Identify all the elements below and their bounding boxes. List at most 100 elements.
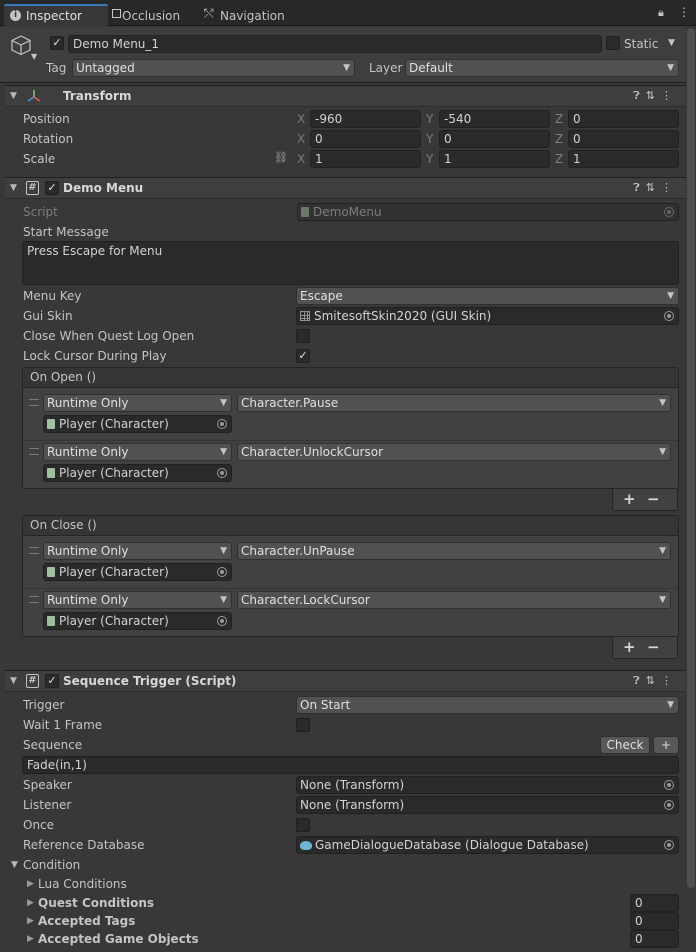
remove-listener-button[interactable]: −	[647, 637, 660, 657]
tab-navigation[interactable]: ⤲ Navigation	[200, 4, 300, 26]
preset-icon[interactable]: ⇅	[646, 674, 661, 687]
lock-icon[interactable]: 🔒︎	[658, 6, 664, 20]
condition-label[interactable]: Condition	[23, 857, 80, 873]
drag-handle-icon[interactable]	[29, 596, 39, 603]
scale-y-label[interactable]: Y	[426, 151, 433, 167]
quest-conditions-foldout-icon[interactable]: ▶	[27, 898, 34, 908]
preset-icon[interactable]: ⇅	[646, 89, 661, 102]
component-header-icons[interactable]: ❓︎⇅⋮	[633, 181, 678, 195]
static-dropdown-icon[interactable]: ▼	[668, 38, 675, 48]
on-open-0-runtime-dropdown[interactable]: Runtime Only ▼	[43, 394, 232, 412]
foldout-arrow-icon[interactable]: ▼	[10, 183, 17, 193]
on-close-0-target-field[interactable]: Player (Character)	[43, 563, 232, 581]
lua-conditions-foldout-icon[interactable]: ▶	[27, 879, 34, 889]
script-field[interactable]: DemoMenu	[297, 203, 679, 221]
close-when-quest-log-checkbox[interactable]	[296, 329, 310, 343]
add-listener-button[interactable]: +	[623, 637, 636, 657]
accepted-game-objects-label[interactable]: Accepted Game Objects	[38, 931, 199, 947]
help-icon[interactable]: ❓︎	[633, 89, 646, 102]
check-sequence-button[interactable]: Check	[600, 736, 650, 754]
scale-z-field[interactable]: 1	[568, 150, 679, 168]
wait-frame-checkbox[interactable]	[296, 718, 310, 732]
position-z-label[interactable]: Z	[555, 111, 563, 127]
listener-field[interactable]: None (Transform)	[296, 796, 679, 814]
scale-y-field[interactable]: 1	[439, 150, 550, 168]
lua-conditions-label[interactable]: Lua Conditions	[38, 876, 127, 892]
on-close-1-function-dropdown[interactable]: Character.LockCursor ▼	[237, 591, 671, 609]
add-sequence-button[interactable]: +	[653, 736, 679, 754]
position-y-field[interactable]: -540	[439, 110, 550, 128]
quest-conditions-label[interactable]: Quest Conditions	[38, 895, 154, 911]
help-icon[interactable]: ❓︎	[633, 181, 646, 194]
demo-menu-header[interactable]: ▼ # ✓ Demo Menu ❓︎⇅⋮	[5, 177, 686, 199]
on-open-0-target-field[interactable]: Player (Character)	[43, 415, 232, 433]
component-menu-icon[interactable]: ⋮	[661, 181, 678, 194]
condition-foldout-icon[interactable]: ▼	[11, 860, 18, 870]
rotation-z-field[interactable]: 0	[568, 130, 679, 148]
component-menu-icon[interactable]: ⋮	[661, 89, 678, 102]
component-header-icons[interactable]: ❓︎⇅⋮	[633, 674, 678, 688]
scrollbar[interactable]	[687, 28, 695, 888]
on-open-1-function-dropdown[interactable]: Character.UnlockCursor ▼	[237, 443, 671, 461]
rotation-x-field[interactable]: 0	[310, 130, 421, 148]
object-picker-icon[interactable]	[217, 567, 227, 577]
start-message-textarea[interactable]: Press Escape for Menu	[22, 241, 679, 285]
object-picker-icon[interactable]	[664, 207, 674, 217]
accepted-game-objects-count[interactable]: 0	[630, 930, 679, 948]
component-menu-icon[interactable]: ⋮	[661, 674, 678, 687]
on-open-1-target-field[interactable]: Player (Character)	[43, 464, 232, 482]
more-menu-icon[interactable]: ⋮	[678, 5, 690, 19]
help-icon[interactable]: ❓︎	[633, 674, 646, 687]
object-picker-icon[interactable]	[217, 419, 227, 429]
drag-handle-icon[interactable]	[29, 399, 39, 406]
scale-x-label[interactable]: X	[297, 151, 305, 167]
rotation-y-field[interactable]: 0	[439, 130, 550, 148]
object-picker-icon[interactable]	[664, 780, 674, 790]
sequence-textarea[interactable]: Fade(in,1)	[22, 756, 679, 774]
object-picker-icon[interactable]	[664, 311, 674, 321]
object-picker-icon[interactable]	[217, 616, 227, 626]
constrain-proportions-icon[interactable]: ⛓︎	[274, 151, 288, 164]
on-close-1-runtime-dropdown[interactable]: Runtime Only ▼	[43, 591, 232, 609]
position-x-label[interactable]: X	[297, 111, 305, 127]
position-y-label[interactable]: Y	[426, 111, 433, 127]
menu-key-dropdown[interactable]: Escape ▼	[296, 287, 679, 305]
object-picker-icon[interactable]	[217, 468, 227, 478]
drag-handle-icon[interactable]	[29, 547, 39, 554]
remove-listener-button[interactable]: −	[647, 489, 660, 509]
rotation-z-label[interactable]: Z	[555, 131, 563, 147]
accepted-tags-foldout-icon[interactable]: ▶	[27, 916, 34, 926]
component-header-icons[interactable]: ❓︎⇅⋮	[633, 89, 678, 103]
tab-inspector[interactable]: i Inspector	[4, 4, 108, 27]
position-z-field[interactable]: 0	[568, 110, 679, 128]
accepted-game-objects-foldout-icon[interactable]: ▶	[27, 934, 34, 944]
static-checkbox[interactable]	[606, 36, 620, 50]
icon-dropdown-icon[interactable]: ▼	[31, 52, 37, 61]
tag-dropdown[interactable]: Untagged ▼	[72, 59, 355, 77]
quest-conditions-count[interactable]: 0	[630, 894, 679, 912]
accepted-tags-label[interactable]: Accepted Tags	[38, 913, 135, 929]
gameobject-name-field[interactable]: Demo Menu_1	[68, 35, 602, 53]
foldout-arrow-icon[interactable]: ▼	[10, 91, 17, 101]
speaker-field[interactable]: None (Transform)	[296, 776, 679, 794]
add-listener-button[interactable]: +	[623, 489, 636, 509]
foldout-arrow-icon[interactable]: ▼	[10, 676, 17, 686]
accepted-tags-count[interactable]: 0	[630, 912, 679, 930]
position-x-field[interactable]: -960	[310, 110, 421, 128]
on-open-0-function-dropdown[interactable]: Character.Pause ▼	[237, 394, 671, 412]
on-close-0-runtime-dropdown[interactable]: Runtime Only ▼	[43, 542, 232, 560]
trigger-dropdown[interactable]: On Start ▼	[296, 696, 679, 714]
once-checkbox[interactable]	[296, 818, 310, 832]
scale-z-label[interactable]: Z	[555, 151, 563, 167]
gui-skin-field[interactable]: SmitesoftSkin2020 (GUI Skin)	[296, 307, 679, 325]
demo-menu-enabled-checkbox[interactable]: ✓	[45, 181, 59, 195]
sequence-trigger-enabled-checkbox[interactable]: ✓	[45, 674, 59, 688]
preset-icon[interactable]: ⇅	[646, 181, 661, 194]
drag-handle-icon[interactable]	[29, 448, 39, 455]
object-picker-icon[interactable]	[664, 840, 674, 850]
on-open-1-runtime-dropdown[interactable]: Runtime Only ▼	[43, 443, 232, 461]
transform-header[interactable]: ▼ Transform ❓︎⇅⋮	[5, 85, 686, 107]
rotation-y-label[interactable]: Y	[426, 131, 433, 147]
layer-dropdown[interactable]: Default ▼	[405, 59, 679, 77]
on-close-0-function-dropdown[interactable]: Character.UnPause ▼	[237, 542, 671, 560]
